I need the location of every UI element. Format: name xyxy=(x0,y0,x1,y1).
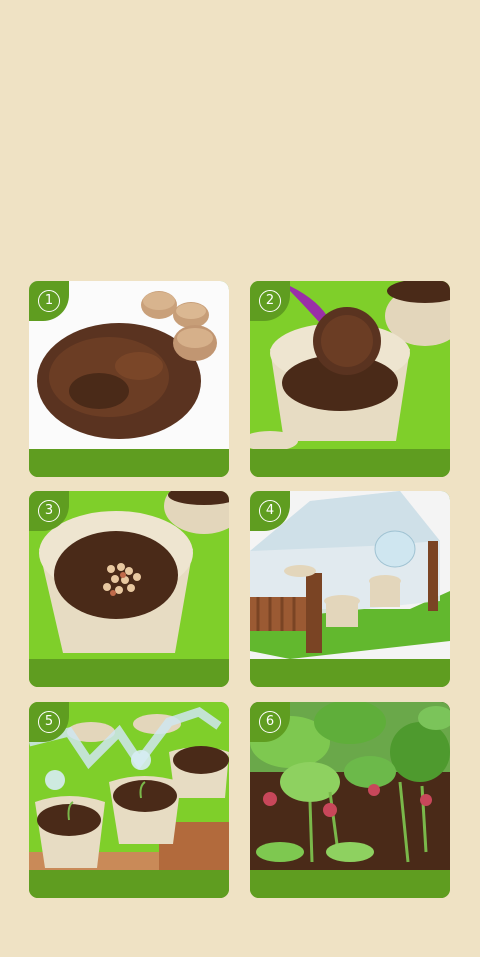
step-card-5: 5 xyxy=(29,702,229,898)
step-caption-bar xyxy=(250,449,450,477)
step-card-1: 1 xyxy=(29,281,229,477)
step-caption-bar xyxy=(250,870,450,898)
step-card-4: 4 xyxy=(250,491,450,687)
step-card-2: 2 xyxy=(250,281,450,477)
step-caption-bar xyxy=(29,870,229,898)
step-card-6: 6 xyxy=(250,702,450,898)
step-caption-bar xyxy=(29,659,229,687)
step-caption-bar xyxy=(250,659,450,687)
step-caption-bar xyxy=(29,449,229,477)
step-card-3: 3 xyxy=(29,491,229,687)
